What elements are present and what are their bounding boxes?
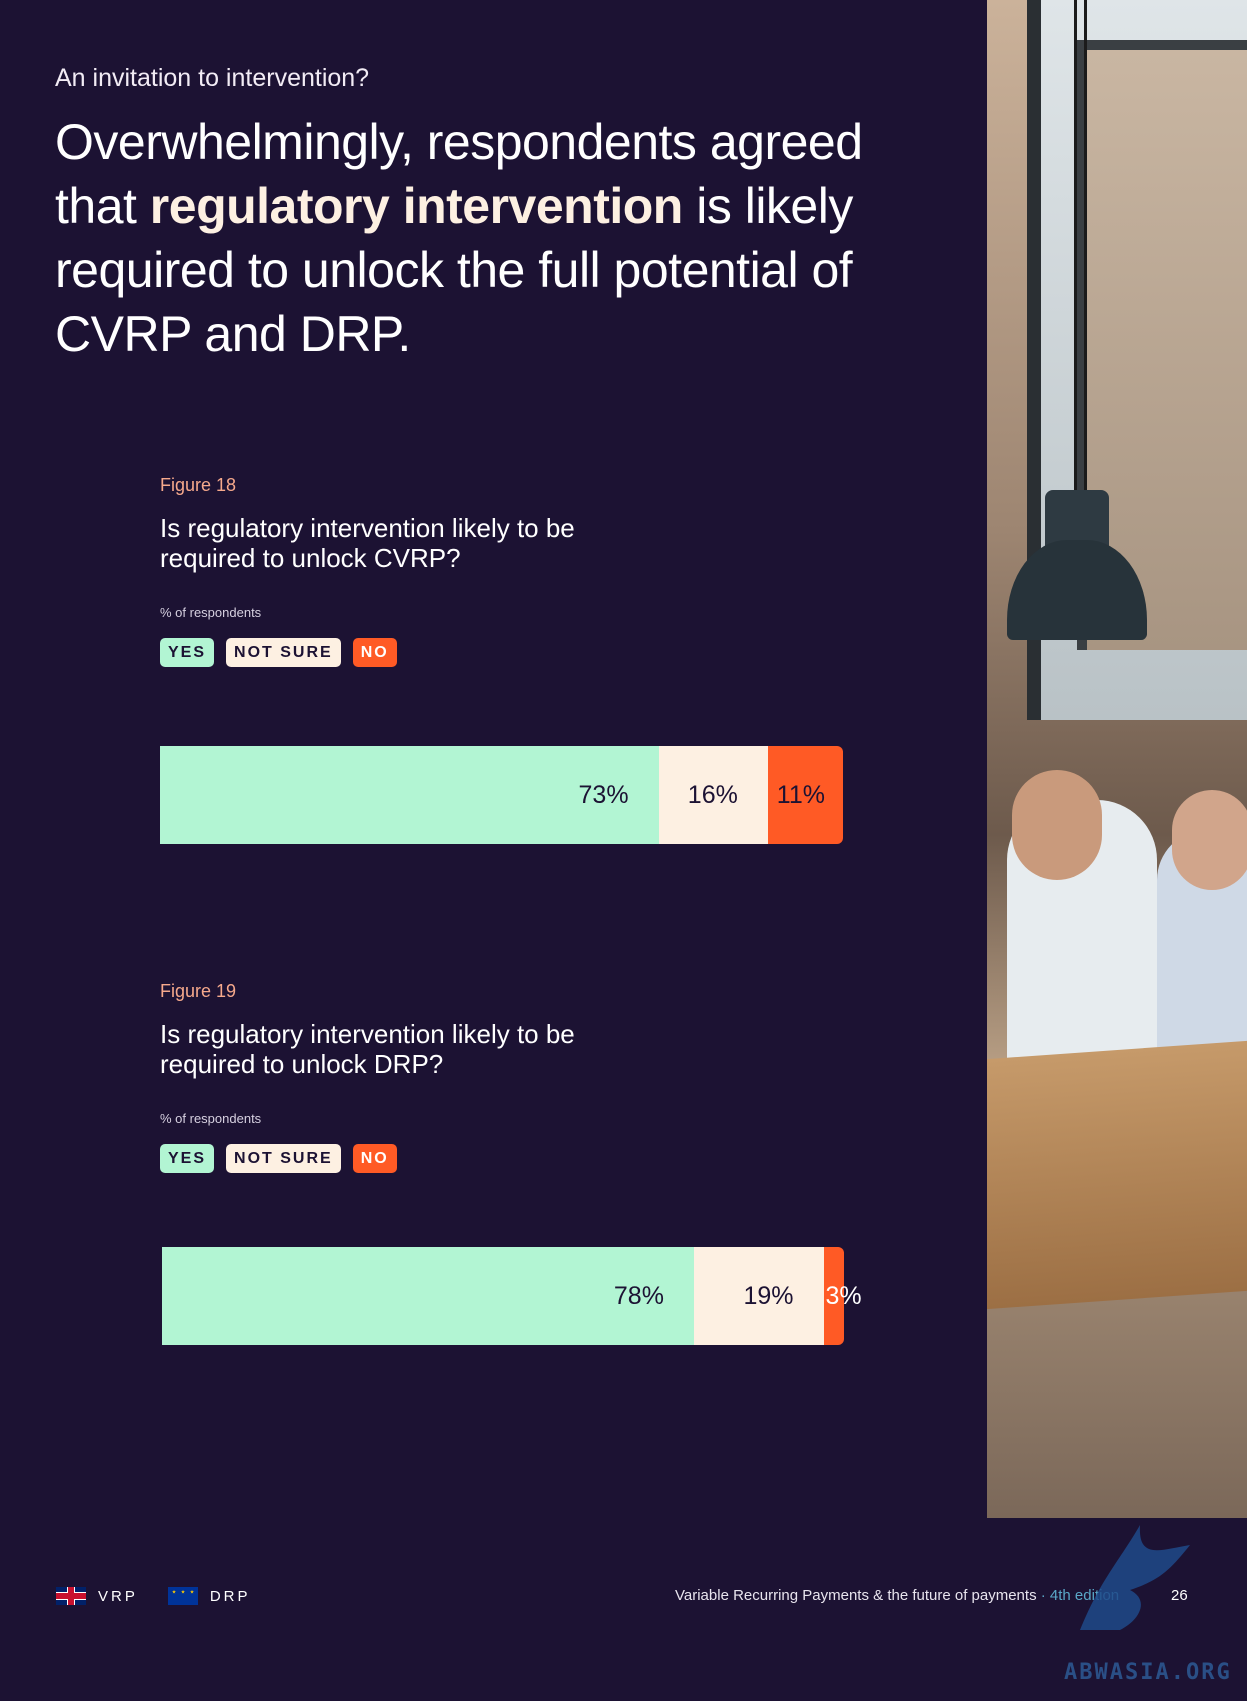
figure-label: Figure 18 xyxy=(160,475,237,495)
photo-table xyxy=(987,1040,1247,1310)
bar-value-label: 16% xyxy=(687,780,738,809)
bar-segment-not-sure: 19% xyxy=(693,1247,824,1345)
footer-drp-label: DRP xyxy=(209,1587,251,1605)
bar-value-label: 3% xyxy=(825,1281,862,1310)
footer-document-title: Variable Recurring Payments & the future… xyxy=(675,1587,1119,1604)
legend-yes: YES xyxy=(160,638,215,667)
figure-unit-label: % of respondents xyxy=(160,605,262,620)
bar-segment-no: 3% xyxy=(823,1247,862,1345)
footer-vrp-label: VRP xyxy=(98,1587,138,1605)
legend-not-sure: NOT SURE xyxy=(226,638,341,667)
doc-title-text: Variable Recurring Payments & the future… xyxy=(675,1587,1037,1604)
bar-value-label: 11% xyxy=(776,780,825,809)
photo-lamp-cord xyxy=(1074,0,1077,490)
figure-label: Figure 19 xyxy=(160,981,237,1001)
photo-lamp-cord xyxy=(1084,0,1087,490)
figure-question: Is regulatory intervention likely to be … xyxy=(160,1019,575,1079)
page-headline: Overwhelmingly, respondents agreed that … xyxy=(55,110,875,366)
stacked-bar-drp: 78% 19% 3% xyxy=(162,1247,862,1345)
bar-value-label: 19% xyxy=(743,1281,794,1310)
bar-segment-no: 11% xyxy=(767,746,843,844)
legend: YES NOT SURE NO xyxy=(160,638,860,667)
eu-flag-icon xyxy=(167,1587,198,1605)
photo-person-man-head xyxy=(1012,770,1102,880)
section-eyebrow: An invitation to intervention? xyxy=(55,64,370,92)
legend-no: NO xyxy=(352,1144,397,1173)
headline-emphasis: regulatory intervention xyxy=(149,178,684,234)
footer-legend: VRP DRP xyxy=(56,1587,251,1605)
legend-no: NO xyxy=(352,638,397,667)
figure-question: Is regulatory intervention likely to be … xyxy=(160,513,575,573)
watermark-logo-icon xyxy=(1080,1525,1190,1630)
bar-segment-not-sure: 16% xyxy=(658,746,768,844)
legend-yes: YES xyxy=(160,1144,215,1173)
bar-value-label: 78% xyxy=(613,1281,664,1310)
watermark-text: ABWASIA.ORG xyxy=(1064,1660,1232,1685)
figure-19: Figure 19 Is regulatory intervention lik… xyxy=(160,981,860,1173)
figure-unit-label: % of respondents xyxy=(160,1111,262,1126)
stacked-bar-cvrp: 73% 16% 11% xyxy=(160,746,843,844)
figure-18: Figure 18 Is regulatory intervention lik… xyxy=(160,475,860,667)
bar-segment-yes: 78% xyxy=(162,1247,694,1345)
bar-value-label: 73% xyxy=(578,780,629,809)
photo-person-woman-head xyxy=(1172,790,1247,890)
legend-not-sure: NOT SURE xyxy=(226,1144,341,1173)
office-meeting-photo xyxy=(987,0,1247,1518)
legend: YES NOT SURE NO xyxy=(160,1144,860,1173)
uk-flag-icon xyxy=(56,1587,86,1605)
bar-segment-yes: 73% xyxy=(160,746,659,844)
